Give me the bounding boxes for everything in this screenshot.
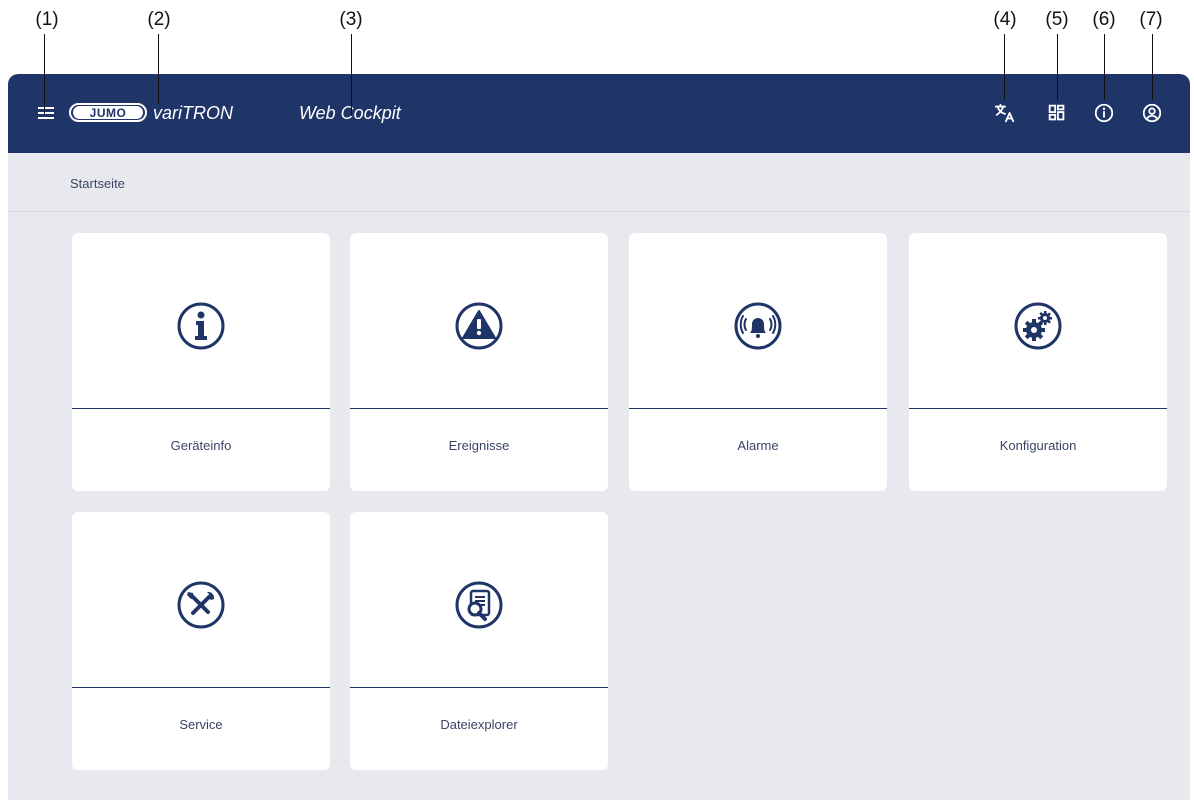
menu-icon[interactable]: [38, 107, 54, 119]
callout-6: (6): [1092, 9, 1116, 30]
tile-label: Alarme: [737, 438, 779, 453]
tools-icon: [176, 580, 226, 630]
tile-dateiexplorer[interactable]: Dateiexplorer: [350, 512, 608, 770]
tile-label: Konfiguration: [999, 438, 1077, 453]
gears-icon: [1013, 301, 1063, 351]
callout-7: (7): [1139, 9, 1163, 30]
breadcrumb: Startseite: [8, 153, 1190, 212]
jumo-logo: JUMO: [69, 103, 147, 122]
tile-ereignisse[interactable]: Ereignisse: [350, 233, 608, 491]
tile-geraeteinfo[interactable]: Geräteinfo: [72, 233, 330, 491]
account-icon[interactable]: [1141, 102, 1163, 124]
tile-alarme[interactable]: Alarme: [629, 233, 887, 491]
file-search-icon: [454, 580, 504, 630]
alarm-bell-icon: [733, 301, 783, 351]
tile-label: Ereignisse: [448, 438, 510, 453]
info-icon: [176, 301, 226, 351]
tile-label: Service: [179, 717, 223, 732]
brand-name: variTRON: [153, 103, 233, 123]
tile-service[interactable]: Service: [72, 512, 330, 770]
top-bar: JUMO variTRON Web Cockpit: [8, 74, 1190, 153]
info-icon[interactable]: [1093, 102, 1115, 124]
tile-label: Geräteinfo: [170, 438, 232, 453]
callout-1: (1): [35, 9, 59, 30]
callout-2: (2): [147, 9, 171, 30]
app-window: JUMO variTRON Web Cockpit Startseite Ger…: [8, 74, 1190, 800]
callout-5: (5): [1045, 9, 1069, 30]
callout-4: (4): [993, 9, 1017, 30]
app-title: Web Cockpit: [299, 103, 401, 123]
callout-3: (3): [339, 9, 363, 30]
warning-icon: [454, 301, 504, 351]
breadcrumb-item-home[interactable]: Startseite: [70, 176, 125, 191]
dashboard-icon[interactable]: [1046, 102, 1068, 124]
translate-icon[interactable]: [994, 102, 1016, 124]
tile-label: Dateiexplorer: [440, 717, 518, 732]
tile-konfiguration[interactable]: Konfiguration: [909, 233, 1167, 491]
